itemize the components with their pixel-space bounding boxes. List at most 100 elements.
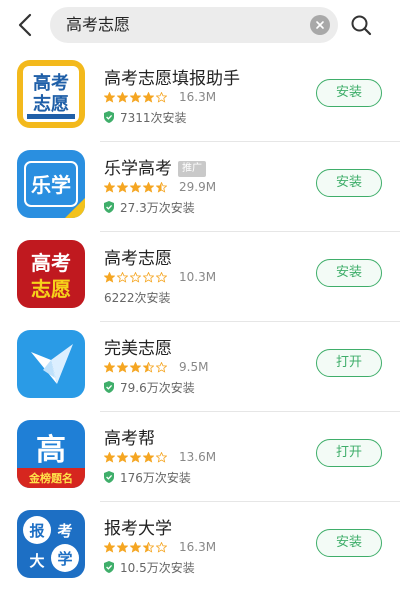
star-full-icon: [117, 451, 128, 463]
svg-text:考: 考: [57, 522, 72, 540]
star-full-icon: [117, 541, 128, 553]
app-size: 9.5M: [179, 360, 209, 374]
app-name: 高考志愿: [104, 249, 172, 269]
star-full-icon: [104, 451, 115, 463]
app-name: 完美志愿: [104, 339, 172, 359]
star-empty-icon: [143, 271, 154, 283]
rating: 13.6M: [104, 449, 216, 465]
list-item[interactable]: 完美志愿 9.5M 79.6万次安装 打开: [0, 322, 400, 412]
star-rating: [104, 361, 169, 373]
verified-shield-icon: [104, 201, 114, 213]
top-bar: 高考志愿: [0, 0, 400, 50]
app-icon: 高 金榜题名: [17, 420, 85, 488]
star-full-icon: [130, 541, 141, 553]
download-count: 7311次安装: [104, 109, 187, 125]
svg-text:志愿: 志愿: [33, 93, 69, 115]
star-full-icon: [130, 361, 141, 373]
verified-shield-icon: [104, 381, 114, 393]
star-full-icon: [117, 361, 128, 373]
rating: 29.9M: [104, 179, 216, 195]
list-item[interactable]: 高 金榜题名 高考帮 13.6M 176万次安装 打开: [0, 412, 400, 502]
svg-text:乐学: 乐学: [31, 173, 71, 197]
svg-text:高考: 高考: [31, 251, 71, 275]
app-size: 13.6M: [179, 450, 217, 464]
rating: 10.3M: [104, 269, 216, 285]
app-size: 10.3M: [179, 270, 217, 284]
app-name: 乐学高考 推广: [104, 154, 206, 179]
download-count: 79.6万次安装: [104, 379, 195, 395]
download-count: 6222次安装: [104, 290, 171, 305]
star-full-icon: [143, 91, 154, 103]
install-button[interactable]: 安装: [316, 529, 382, 557]
install-button[interactable]: 安装: [316, 79, 382, 107]
download-count: 27.3万次安装: [104, 199, 195, 215]
search-query: 高考志愿: [66, 15, 131, 34]
star-rating: [104, 271, 169, 283]
star-full-icon: [143, 181, 154, 193]
download-count: 10.5万次安装: [104, 559, 195, 575]
star-empty-icon: [156, 361, 167, 373]
install-button[interactable]: 安装: [316, 169, 382, 197]
svg-text:高考: 高考: [33, 72, 69, 94]
list-item[interactable]: 报 考 大 学 报考大学 16.3M 10.5万次安装 安装: [0, 502, 400, 589]
search-button[interactable]: [346, 10, 376, 40]
star-full-icon: [130, 181, 141, 193]
back-button[interactable]: [8, 6, 42, 44]
app-icon: 高考 志愿: [17, 240, 85, 308]
svg-text:金榜题名: 金榜题名: [28, 471, 73, 485]
star-rating: [104, 91, 169, 103]
svg-text:高: 高: [36, 433, 66, 468]
star-half-icon: [143, 541, 154, 553]
open-button[interactable]: 打开: [316, 439, 382, 467]
svg-text:学: 学: [57, 550, 72, 568]
rating: 9.5M: [104, 359, 208, 375]
svg-text:大: 大: [29, 552, 44, 570]
app-size: 16.3M: [179, 90, 217, 104]
app-size: 29.9M: [179, 180, 217, 194]
verified-shield-icon: [104, 471, 114, 483]
star-full-icon: [117, 91, 128, 103]
rating: 16.3M: [104, 539, 216, 555]
rating: 16.3M: [104, 89, 216, 105]
star-empty-icon: [156, 541, 167, 553]
app-icon: [17, 330, 85, 398]
app-name: 高考帮: [104, 429, 155, 449]
star-rating: [104, 181, 169, 193]
app-name: 报考大学: [104, 519, 172, 539]
star-half-icon: [143, 361, 154, 373]
star-empty-icon: [156, 451, 167, 463]
app-name: 高考志愿填报助手: [104, 69, 240, 89]
star-full-icon: [104, 361, 115, 373]
close-icon: [316, 21, 324, 29]
list-item[interactable]: 高考 志愿 高考志愿 10.3M 6222次安装 安装: [0, 232, 400, 322]
svg-text:志愿: 志愿: [31, 277, 71, 301]
star-full-icon: [104, 181, 115, 193]
verified-shield-icon: [104, 561, 114, 573]
star-full-icon: [104, 271, 115, 283]
download-count: 176万次安装: [104, 469, 191, 485]
star-empty-icon: [130, 271, 141, 283]
clear-search-button[interactable]: [310, 15, 330, 35]
star-half-icon: [156, 181, 167, 193]
star-rating: [104, 541, 169, 553]
install-button[interactable]: 安装: [316, 259, 382, 287]
star-empty-icon: [117, 271, 128, 283]
list-item[interactable]: 高考 志愿 高考志愿填报助手 16.3M 7311次安装 安装: [0, 52, 400, 142]
app-list: 高考 志愿 高考志愿填报助手 16.3M 7311次安装 安装 乐学 乐学高考推…: [0, 52, 400, 589]
paper-crane-icon: [17, 330, 85, 398]
app-icon: 报 考 大 学: [17, 510, 85, 578]
star-full-icon: [104, 541, 115, 553]
app-icon: 高考 志愿: [17, 60, 85, 128]
star-full-icon: [104, 91, 115, 103]
star-full-icon: [117, 181, 128, 193]
app-size: 16.3M: [179, 540, 217, 554]
search-input[interactable]: 高考志愿: [50, 7, 338, 43]
promo-badge: 推广: [178, 161, 206, 177]
list-item[interactable]: 乐学 乐学高考 推广 29.9M 27.3万次安装 安装: [0, 142, 400, 232]
star-full-icon: [130, 451, 141, 463]
verified-shield-icon: [104, 111, 114, 123]
svg-text:报: 报: [29, 522, 44, 540]
open-button[interactable]: 打开: [316, 349, 382, 377]
star-empty-icon: [156, 91, 167, 103]
star-full-icon: [130, 91, 141, 103]
